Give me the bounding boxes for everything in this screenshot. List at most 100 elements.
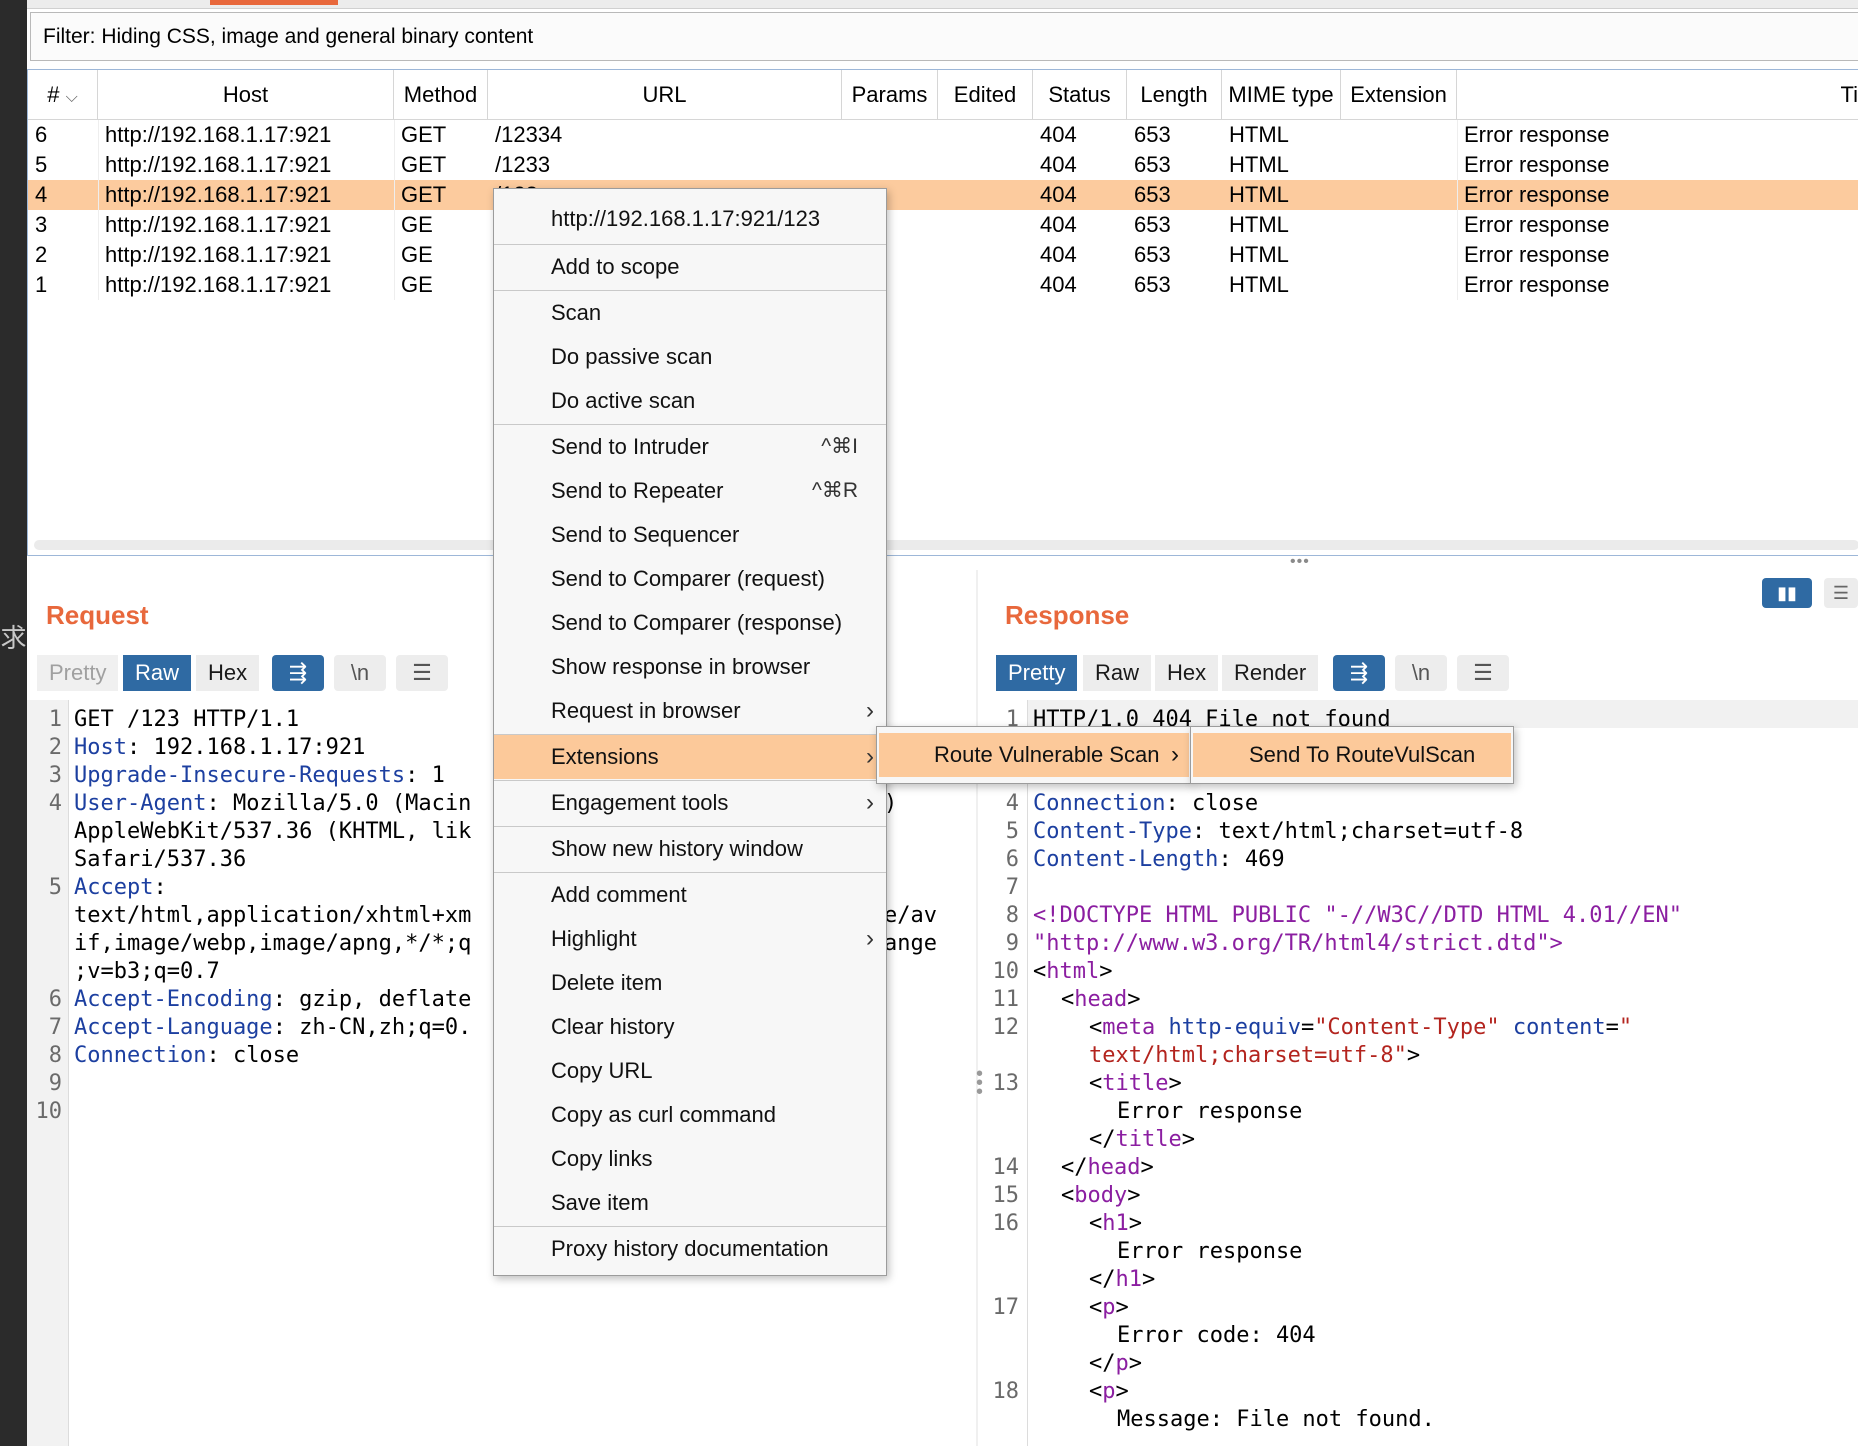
menu-item-send-to-sequencer[interactable]: Send to Sequencer [494,513,886,557]
menu-item-save-item[interactable]: Save item [494,1181,886,1225]
cell-mime: HTML [1229,212,1289,237]
table-row[interactable]: 6 http://192.168.1.17:921 GET /12334 404… [28,120,1858,150]
menu-item-route-vulnerable-scan[interactable]: Route Vulnerable Scan › [879,733,1189,777]
menu-item-send-to-intruder[interactable]: Send to Intruder ^⌘I [494,425,886,469]
cell-title: Error response [1464,242,1610,267]
stacked-view-icon[interactable]: ☰ [1824,578,1858,608]
response-tab-raw[interactable]: Raw [1083,655,1152,691]
menu-item-send-to-comparer-request[interactable]: Send to Comparer (request) [494,557,886,601]
menu-icon[interactable]: ☰ [1457,655,1509,691]
cell-mime: HTML [1229,152,1289,177]
code-line: </head> [1061,1155,1154,1180]
column-header-params[interactable]: Params [842,70,938,120]
menu-item-copy-as-curl[interactable]: Copy as curl command [494,1093,886,1137]
wrap-icon[interactable]: ⇶ [272,655,324,691]
menu-item-send-to-routevulscan[interactable]: Send To RouteVulScan [1193,733,1511,777]
column-header-extension[interactable]: Extension [1341,70,1457,120]
menu-item-label: Engagement tools [551,790,729,815]
menu-icon[interactable]: ☰ [396,655,448,691]
menu-item-active-scan[interactable]: Do active scan [494,379,886,423]
table-row[interactable]: 5 http://192.168.1.17:921 GET /1233 404 … [28,150,1858,180]
menu-item-clear-history[interactable]: Clear history [494,1005,886,1049]
response-tab-hex[interactable]: Hex [1155,655,1219,691]
cell-number: 6 [35,122,48,147]
column-header-method[interactable]: Method [394,70,488,120]
line-number: 5 [48,875,62,900]
code-line: Safari/537.36 [74,847,247,872]
menu-item-copy-url[interactable]: Copy URL [494,1049,886,1093]
cell-host: http://192.168.1.17:921 [105,242,332,267]
cell-length: 653 [1134,122,1171,147]
code-line: <body> [1061,1183,1141,1208]
cell-title: Error response [1464,122,1610,147]
code-line: Content-Type: text/html;charset=utf-8 [1033,819,1524,844]
menu-item-copy-links[interactable]: Copy links [494,1137,886,1181]
column-header-title[interactable]: Ti [1457,70,1858,120]
newline-icon[interactable]: \n [1395,655,1447,691]
code-line: </p> [1089,1351,1142,1376]
splitter-handle-icon[interactable]: ••• [1290,553,1310,571]
table-row[interactable]: 3 http://192.168.1.17:921 GE 404 653 HTM… [28,210,1858,240]
code-line: AppleWebKit/537.36 (KHTML, lik [74,819,472,844]
menu-item-extensions[interactable]: Extensions › [494,735,886,779]
response-tab-render[interactable]: Render [1222,655,1319,691]
menu-item-delete-item[interactable]: Delete item [494,961,886,1005]
code-line: Connection: close [74,1043,300,1068]
line-number: 10 [992,959,1020,984]
cell-method: GE [401,242,433,267]
cell-status: 404 [1040,152,1077,177]
context-menu: http://192.168.1.17:921/123 Add to scope… [493,188,887,1276]
code-line: Accept-Language: zh-CN,zh;q=0. [74,1015,472,1040]
menu-item-engagement-tools[interactable]: Engagement tools › [494,781,886,825]
response-tab-pretty[interactable]: Pretty [996,655,1078,691]
split-view-icon[interactable]: ▮▮ [1762,578,1812,608]
menu-item-add-to-scope[interactable]: Add to scope [494,245,886,289]
table-row[interactable]: 2 http://192.168.1.17:921 GE 404 653 HTM… [28,240,1858,270]
code-line: text/html;charset=utf-8"> [1089,1043,1421,1068]
menu-item-url[interactable]: http://192.168.1.17:921/123 [494,197,886,241]
line-number: 12 [992,1015,1020,1040]
burp-window: 求 Filter: Hiding CSS, image and general … [0,0,1858,1446]
chevron-right-icon: › [866,789,874,816]
vertical-splitter-icon[interactable]: • • • [976,1064,983,1102]
column-header-edited[interactable]: Edited [938,70,1033,120]
newline-icon[interactable]: \n [334,655,386,691]
column-header-url[interactable]: URL [488,70,842,120]
cell-length: 653 [1134,242,1171,267]
chevron-right-icon: › [866,925,874,952]
wrap-icon[interactable]: ⇶ [1333,655,1385,691]
code-line: Accept: [74,875,167,900]
menu-item-send-to-repeater[interactable]: Send to Repeater ^⌘R [494,469,886,513]
cell-status: 404 [1040,122,1077,147]
request-tab-raw[interactable]: Raw [123,655,192,691]
column-header-host[interactable]: Host [98,70,394,120]
menu-item-request-in-browser[interactable]: Request in browser › [494,689,886,733]
request-tab-pretty[interactable]: Pretty [37,655,119,691]
line-number: 2 [48,735,62,760]
pane-divider[interactable] [976,570,978,1446]
menu-item-label: Extensions [551,744,659,769]
menu-item-show-new-history-window[interactable]: Show new history window [494,827,886,871]
column-header-length[interactable]: Length [1127,70,1222,120]
table-row-selected[interactable]: 4 http://192.168.1.17:921 GET /123 404 6… [28,180,1858,210]
horizontal-scrollbar[interactable] [34,540,1858,550]
menu-item-passive-scan[interactable]: Do passive scan [494,335,886,379]
code-line: <p> [1089,1295,1129,1320]
column-header-status[interactable]: Status [1033,70,1127,120]
menu-item-add-comment[interactable]: Add comment [494,873,886,917]
table-row[interactable]: 1 http://192.168.1.17:921 GE 404 653 HTM… [28,270,1858,300]
menu-item-highlight[interactable]: Highlight › [494,917,886,961]
column-header-number[interactable]: # ⌵ [28,70,98,120]
filter-bar[interactable]: Filter: Hiding CSS, image and general bi… [30,12,1858,61]
menu-item-scan[interactable]: Scan [494,291,886,335]
line-number: 10 [35,1099,63,1124]
column-header-mime-type[interactable]: MIME type [1222,70,1341,120]
shortcut-label: ^⌘I [821,435,858,458]
request-tab-hex[interactable]: Hex [196,655,260,691]
cell-mime: HTML [1229,272,1289,297]
menu-item-send-to-comparer-response[interactable]: Send to Comparer (response) [494,601,886,645]
code-line: <p> [1089,1379,1129,1404]
menu-item-proxy-history-docs[interactable]: Proxy history documentation [494,1227,886,1271]
menu-item-show-response-in-browser[interactable]: Show response in browser [494,645,886,689]
cell-status: 404 [1040,272,1077,297]
